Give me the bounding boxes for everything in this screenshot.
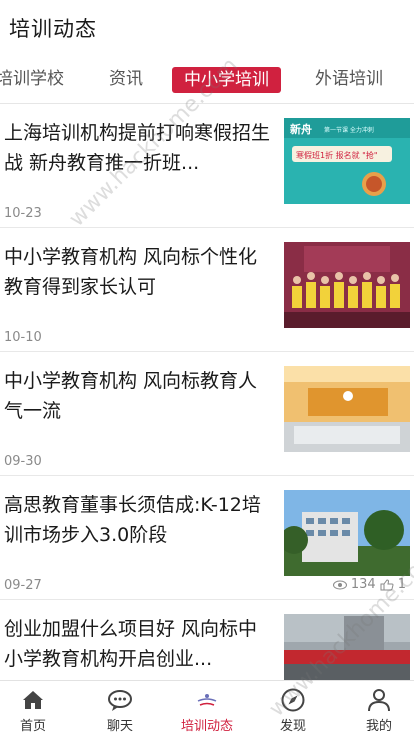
like-icon[interactable] (380, 578, 394, 591)
article-date: 10-23 (4, 206, 42, 221)
nav-label: 培训动态 (180, 719, 233, 734)
article-date: 09-27 (4, 578, 42, 593)
nav-label: 首页 (19, 719, 46, 734)
thumb-brand: 新舟 (290, 122, 312, 136)
category-tabs: 培训学校 资讯 中小学培训 外语培训 (0, 64, 414, 100)
training-news-icon (197, 694, 217, 706)
chat-icon (108, 690, 132, 711)
list-item[interactable]: 中小学教育机构 风向标教育人气一流 09-30 (0, 352, 414, 476)
article-title[interactable]: 中小学教育机构 风向标教育人气一流 (4, 366, 274, 426)
article-date: 10-10 (4, 330, 42, 345)
article-title[interactable]: 高思教育董事长须佶成:K-12培训市场步入3.0阶段 (4, 490, 274, 550)
nav-label: 聊天 (106, 719, 133, 734)
home-icon (23, 691, 43, 709)
thumb-promo-sub: 第一节课 全力冲刺 (324, 126, 374, 134)
list-item[interactable]: 中小学教育机构 风向标个性化教育得到家长认可 10-10 (0, 228, 414, 352)
page-title: 培训动态 (9, 17, 97, 41)
tab-language-training[interactable]: 外语培训 (315, 64, 383, 94)
article-thumbnail[interactable]: 新舟 第一节课 全力冲刺 寒假班1折 报名就 "抢" (284, 118, 410, 204)
thumb-promo-main: 寒假班1折 报名就 "抢" (296, 150, 378, 160)
list-item[interactable]: 上海培训机构提前打响寒假招生战 新舟教育推一折班... 10-23 新舟 第一节… (0, 104, 414, 228)
tab-k12-training[interactable]: 中小学培训 (172, 67, 281, 93)
tab-training-schools[interactable]: 培训学校 (0, 64, 64, 94)
views-icon (332, 580, 347, 589)
bottom-nav: 首页 聊天 培训动态 发现 我的 (0, 680, 414, 736)
views-count: 134 (350, 577, 376, 592)
nav-item-discover[interactable]: 发现 (252, 681, 334, 736)
app-header: 培训动态 (0, 0, 414, 56)
nav-item-profile[interactable]: 我的 (338, 681, 414, 736)
nav-label: 发现 (279, 719, 306, 734)
article-title[interactable]: 创业加盟什么项目好 风向标中小学教育机构开启创业... (4, 614, 274, 674)
article-date: 09-30 (4, 454, 42, 469)
nav-item-home[interactable]: 首页 (0, 681, 74, 736)
article-thumbnail[interactable] (284, 490, 410, 576)
article-thumbnail[interactable] (284, 614, 410, 680)
article-title[interactable]: 上海培训机构提前打响寒假招生战 新舟教育推一折班... (4, 118, 274, 178)
nav-label: 我的 (365, 719, 392, 734)
article-thumbnail[interactable] (284, 242, 410, 328)
list-item[interactable]: 高思教育董事长须佶成:K-12培训市场步入3.0阶段 09-27 134 1 (0, 476, 414, 600)
list-item[interactable]: 创业加盟什么项目好 风向标中小学教育机构开启创业... (0, 600, 414, 680)
tab-news[interactable]: 资讯 (109, 64, 143, 94)
nav-item-chat[interactable]: 聊天 (79, 681, 161, 736)
compass-icon (281, 688, 305, 712)
article-thumbnail[interactable] (284, 366, 410, 452)
profile-icon (368, 689, 390, 712)
nav-item-training-news[interactable]: 培训动态 (166, 681, 248, 736)
likes-count: 1 (397, 577, 406, 592)
article-stats: 134 1 (332, 577, 406, 592)
article-list[interactable]: 上海培训机构提前打响寒假招生战 新舟教育推一折班... 10-23 新舟 第一节… (0, 104, 414, 680)
article-title[interactable]: 中小学教育机构 风向标个性化教育得到家长认可 (4, 242, 274, 302)
